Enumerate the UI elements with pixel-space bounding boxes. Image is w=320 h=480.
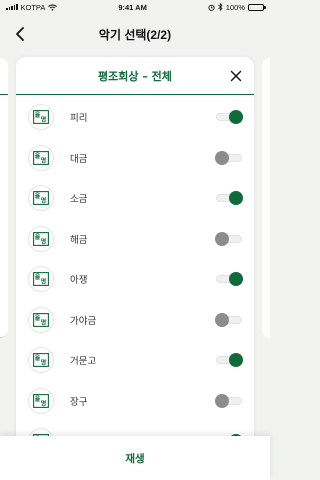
signal-icon — [6, 4, 18, 10]
instrument-badge-icon: 율 명 — [28, 185, 54, 212]
instrument-badge-icon: 율 명 — [28, 104, 54, 131]
svg-text:명: 명 — [41, 197, 47, 205]
svg-text:명: 명 — [41, 359, 47, 367]
instrument-label: 가야금 — [70, 315, 97, 327]
instrument-row[interactable]: 율 명 대금 — [16, 138, 254, 179]
instrument-row[interactable]: 율 명 아쟁 — [16, 259, 254, 300]
status-time: 9:41 AM — [118, 2, 147, 12]
instrument-badge-icon: 율 명 — [28, 225, 54, 252]
status-right: 100% — [208, 2, 266, 12]
instrument-label: 장구 — [70, 396, 88, 408]
instrument-label: 거문고 — [70, 356, 97, 368]
next-card-peek[interactable] — [262, 58, 270, 338]
carrier-label: KOTPA — [20, 2, 46, 12]
nav-header: 악기 선택(2/2) — [0, 18, 270, 50]
instrument-row[interactable]: 율 명 소금 — [16, 178, 254, 219]
alarm-icon — [208, 4, 215, 11]
previous-card-peek[interactable] — [0, 58, 8, 338]
instrument-row[interactable]: 율 명 거문고 — [16, 340, 254, 381]
instrument-label: 소금 — [70, 194, 88, 206]
instrument-toggle[interactable] — [216, 110, 243, 125]
instrument-toggle[interactable] — [215, 312, 242, 327]
svg-text:명: 명 — [41, 156, 47, 164]
status-left: KOTPA — [6, 2, 58, 12]
battery-icon — [247, 3, 266, 11]
instrument-label: 대금 — [70, 153, 88, 165]
bottom-bar: 재생 — [0, 436, 270, 480]
instrument-toggle[interactable] — [216, 272, 243, 287]
instrument-toggle[interactable] — [216, 353, 243, 368]
instrument-label: 해금 — [70, 234, 88, 246]
bluetooth-icon — [218, 3, 223, 11]
play-button[interactable]: 재생 — [125, 451, 144, 466]
chevron-left-icon — [16, 27, 24, 41]
close-button[interactable] — [228, 68, 244, 84]
modal-title: 평조회상 – 전체 — [98, 69, 172, 83]
svg-text:명: 명 — [41, 399, 47, 407]
instrument-row[interactable]: 율 명 해금 — [16, 219, 254, 260]
svg-text:명: 명 — [41, 278, 47, 286]
instrument-row[interactable]: 율 명 가야금 — [16, 300, 254, 341]
back-button[interactable] — [10, 24, 30, 44]
instrument-badge-icon: 율 명 — [28, 387, 54, 414]
close-icon — [230, 70, 242, 82]
instrument-badge-icon: 율 명 — [28, 347, 54, 374]
instrument-row[interactable]: 율 명 피리 — [16, 97, 254, 138]
instrument-badge-icon: 율 명 — [28, 144, 54, 171]
wifi-icon — [48, 4, 58, 11]
battery-percent: 100% — [225, 2, 245, 12]
modal-header: 평조회상 – 전체 — [16, 57, 254, 95]
instrument-label: 피리 — [70, 113, 88, 125]
svg-text:명: 명 — [41, 318, 47, 326]
svg-text:명: 명 — [41, 237, 47, 245]
instrument-toggle[interactable] — [215, 150, 242, 165]
instrument-toggle[interactable] — [215, 393, 242, 408]
instrument-row[interactable]: 율 명 장구 — [16, 381, 254, 422]
instrument-toggle[interactable] — [216, 191, 243, 206]
page-title: 악기 선택(2/2) — [98, 27, 172, 42]
instrument-badge-icon: 율 명 — [28, 266, 54, 293]
instrument-select-modal: 평조회상 – 전체 율 명 피리 율 명 대금 율 명 소금 율 명 해금 율 … — [16, 57, 254, 480]
instrument-list: 율 명 피리 율 명 대금 율 명 소금 율 명 해금 율 명 아쟁 율 명 가… — [16, 97, 254, 462]
instrument-badge-icon: 율 명 — [28, 306, 54, 333]
status-bar: KOTPA 9:41 AM 100% — [0, 0, 270, 14]
instrument-toggle[interactable] — [215, 231, 242, 246]
instrument-label: 아쟁 — [70, 275, 88, 287]
svg-text:명: 명 — [41, 116, 47, 124]
